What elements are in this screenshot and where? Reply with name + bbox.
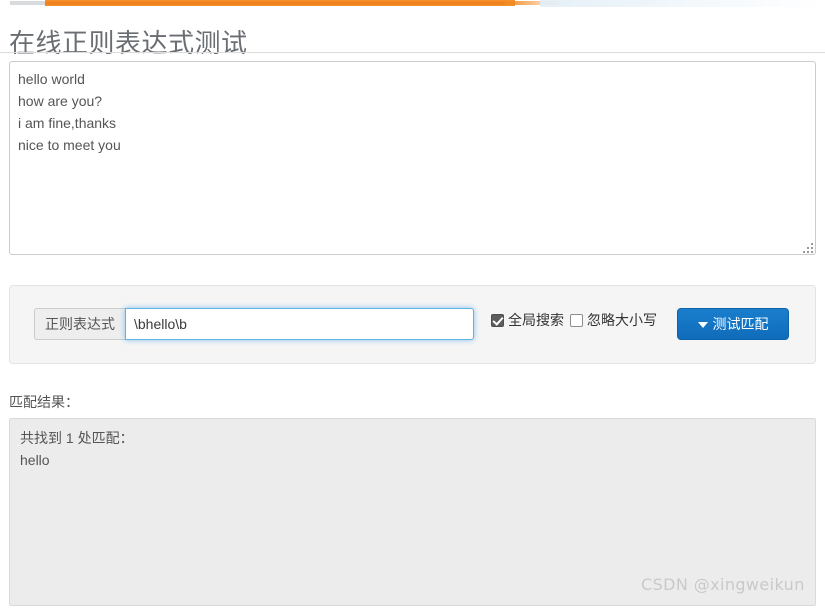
- banner-orange-strip: [45, 0, 515, 6]
- caret-down-icon: [697, 322, 708, 328]
- regex-pattern-input[interactable]: [125, 308, 474, 340]
- test-match-button-label: 测试匹配: [712, 316, 769, 332]
- global-search-label: 全局搜索: [508, 312, 564, 328]
- match-result-label: 匹配结果：: [9, 394, 79, 410]
- ignore-case-label: 忽略大小写: [587, 312, 657, 328]
- title-divider: [0, 52, 825, 53]
- regex-input-group: 正则表达式: [34, 308, 474, 340]
- global-search-checkbox[interactable]: [491, 313, 504, 327]
- option-global-search[interactable]: 全局搜索: [491, 312, 564, 328]
- source-text-input[interactable]: hello world how are you? i am fine,thank…: [9, 61, 816, 255]
- ignore-case-checkbox[interactable]: [570, 313, 583, 327]
- csdn-watermark: CSDN @xingweikun: [641, 575, 805, 594]
- textarea-resize-handle[interactable]: [803, 243, 814, 254]
- site-header-banner: [0, 0, 825, 7]
- regex-options-group: 全局搜索 忽略大小写: [491, 312, 663, 328]
- test-match-button[interactable]: 测试匹配: [677, 308, 789, 340]
- page-title: 在线正则表达式测试: [9, 28, 248, 59]
- regex-input-label: 正则表达式: [34, 308, 125, 340]
- banner-pale-fade: [540, 0, 825, 7]
- option-ignore-case[interactable]: 忽略大小写: [570, 312, 657, 328]
